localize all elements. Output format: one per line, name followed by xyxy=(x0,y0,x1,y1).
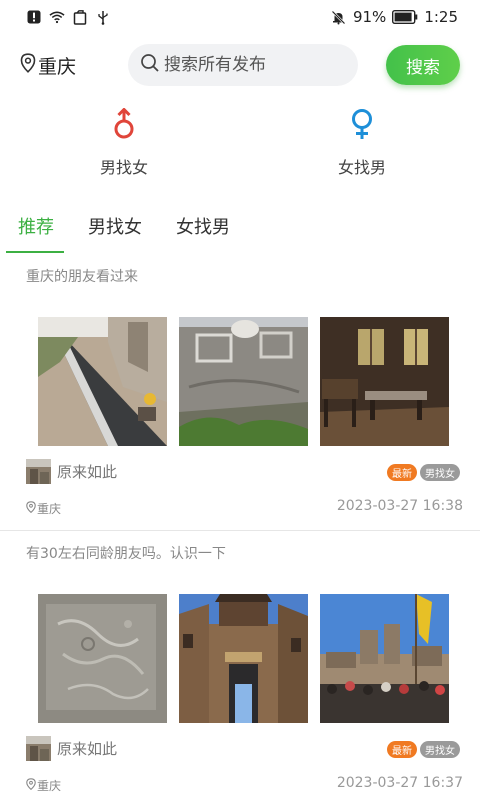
location-selector[interactable]: 重庆 xyxy=(20,52,76,79)
author-name: 原来如此 xyxy=(57,740,118,758)
category-badge: 男找女 xyxy=(420,741,460,758)
usb-icon xyxy=(95,9,111,25)
location-pin-icon xyxy=(26,778,36,793)
old-room-interior-photo[interactable] xyxy=(320,317,449,446)
post-city: 重庆 xyxy=(37,502,62,516)
post-time: 2023-03-27 16:37 xyxy=(336,775,463,791)
post-divider xyxy=(0,530,480,531)
female-symbol-icon xyxy=(350,108,374,144)
location-pin-icon xyxy=(26,501,36,516)
post-location: 重庆 xyxy=(26,500,61,517)
top-header: 重庆 搜索 xyxy=(0,42,480,90)
search-icon xyxy=(140,53,160,77)
female-seeking-male-shortcut[interactable]: 女找男 xyxy=(302,108,422,178)
status-bar: 91% 1:25 xyxy=(0,0,480,34)
female-shortcut-label: 女找男 xyxy=(337,158,386,177)
carved-stone-wall-photo[interactable] xyxy=(179,317,308,446)
male-symbol-icon xyxy=(113,107,135,144)
tab-female-seeking-male[interactable]: 女找男 xyxy=(176,213,230,239)
search-button[interactable]: 搜索 xyxy=(386,45,460,85)
tab-male-seeking-female[interactable]: 男找女 xyxy=(88,213,142,239)
post-badges: 最新 男找女 xyxy=(387,741,460,758)
post-author[interactable]: 原来如此 xyxy=(26,736,117,761)
post-title: 重庆的朋友看过来 xyxy=(26,269,138,285)
location-pin-icon xyxy=(20,53,36,78)
post-city: 重庆 xyxy=(37,779,62,793)
author-name: 原来如此 xyxy=(57,463,118,481)
post-title: 有30左右同龄朋友吗。认识一下 xyxy=(26,546,226,562)
alert-icon xyxy=(26,9,42,25)
tab-recommended[interactable]: 推荐 xyxy=(18,213,54,239)
stone-carving-photo[interactable] xyxy=(38,594,167,723)
battery-icon xyxy=(392,9,418,25)
search-input[interactable] xyxy=(164,55,354,75)
post-image-row xyxy=(38,594,449,723)
category-badge: 男找女 xyxy=(420,464,460,481)
mute-bell-icon xyxy=(331,9,347,25)
new-badge: 最新 xyxy=(387,741,417,758)
post-badges: 最新 男找女 xyxy=(387,464,460,481)
old-town-crowd-photo[interactable] xyxy=(320,594,449,723)
male-shortcut-label: 男找女 xyxy=(99,158,148,177)
search-bar[interactable] xyxy=(128,44,358,86)
post-image-row xyxy=(38,317,449,446)
category-tabs: 推荐 男找女 女找男 xyxy=(0,205,480,255)
post-card[interactable]: 有30左右同龄朋友吗。认识一下 原来如此 最新 男找女 重庆 2023-03-2… xyxy=(0,535,480,800)
battery-percent: 91% xyxy=(352,8,387,26)
street-construction-photo[interactable] xyxy=(38,317,167,446)
avatar[interactable] xyxy=(26,736,51,761)
post-author[interactable]: 原来如此 xyxy=(26,459,117,484)
new-badge: 最新 xyxy=(387,464,417,481)
active-tab-indicator xyxy=(6,251,64,253)
wifi-icon xyxy=(49,9,65,25)
ancient-gate-tower-photo[interactable] xyxy=(179,594,308,723)
post-time: 2023-03-27 16:38 xyxy=(336,498,463,514)
clipboard-icon xyxy=(72,9,88,25)
clock-time: 1:25 xyxy=(424,8,458,26)
post-card[interactable]: 重庆的朋友看过来 原来如此 最新 男找女 重庆 2023-03-27 16:38 xyxy=(0,258,480,530)
post-location: 重庆 xyxy=(26,777,61,794)
location-name: 重庆 xyxy=(38,56,77,78)
avatar[interactable] xyxy=(26,459,51,484)
male-seeking-female-shortcut[interactable]: 男找女 xyxy=(64,107,184,178)
